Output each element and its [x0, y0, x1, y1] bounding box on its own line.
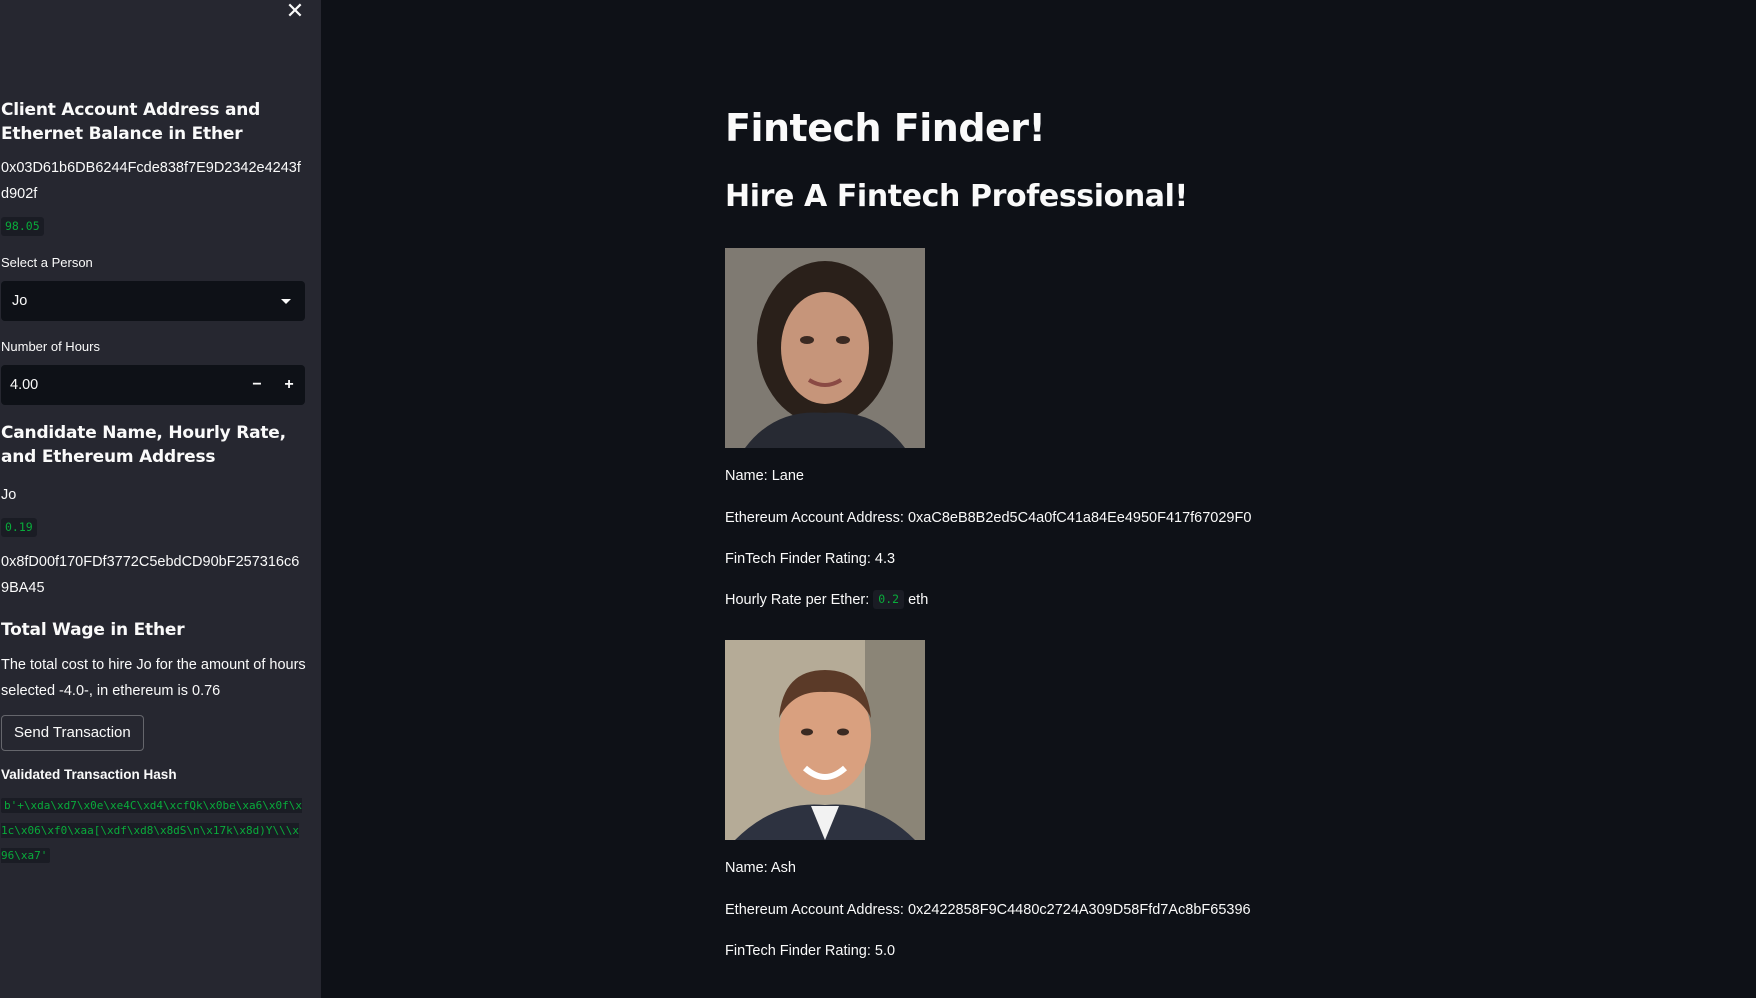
increment-button[interactable]: +: [273, 365, 305, 405]
close-icon[interactable]: ✕: [283, 0, 307, 24]
candidate-card: Name: Ash Ethereum Account Address: 0x24…: [725, 640, 1485, 961]
decrement-button[interactable]: −: [241, 365, 273, 405]
transaction-hash: b'+\xda\xd7\x0e\xe4C\xd4\xcfQk\x0be\xa6\…: [1, 793, 305, 868]
candidate-name: Name: Ash: [725, 860, 796, 876]
candidate-name: Name: Lane: [725, 468, 804, 484]
candidate-rate: 0.19: [1, 518, 37, 537]
hours-stepper: − +: [1, 365, 305, 405]
hours-label: Number of Hours: [1, 339, 100, 354]
candidate-heading: Candidate Name, Hourly Rate, and Ethereu…: [1, 423, 286, 467]
candidate-rate: Hourly Rate per Ether: 0.2 eth: [725, 590, 1485, 610]
sidebar: ✕ Client Account Address and Ethernet Ba…: [0, 0, 321, 998]
chevron-down-icon: [281, 298, 291, 304]
candidate-rating: FinTech Finder Rating: 5.0: [725, 943, 896, 959]
hash-heading: Validated Transaction Hash: [1, 767, 177, 782]
client-balance: 98.05: [1, 217, 44, 236]
page-subtitle: Hire A Fintech Professional!: [725, 179, 1188, 214]
candidate-rating: FinTech Finder Rating: 4.3: [725, 551, 896, 567]
rate-value: 0.2: [873, 590, 905, 609]
candidate-card: Name: Lane Ethereum Account Address: 0xa…: [725, 248, 1485, 610]
select-person-dropdown[interactable]: Jo: [1, 281, 305, 321]
page-title: Fintech Finder!: [725, 106, 1046, 150]
client-account-heading: Client Account Address and Ethernet Bala…: [1, 100, 261, 144]
select-person-label: Select a Person: [1, 255, 93, 270]
candidate-photo: [725, 248, 925, 448]
select-person-value: Jo: [12, 293, 28, 309]
client-address: 0x03D61b6DB6244Fcde838f7E9D2342e4243fd90…: [1, 160, 301, 202]
rate-label: Hourly Rate per Ether:: [725, 592, 870, 608]
send-transaction-button[interactable]: Send Transaction: [1, 715, 144, 751]
wage-text: The total cost to hire Jo for the amount…: [1, 657, 306, 699]
candidate-address: Ethereum Account Address: 0xaC8eB8B2ed5C…: [725, 510, 1252, 526]
candidate-name: Jo: [1, 487, 17, 503]
main-content: Fintech Finder! Hire A Fintech Professio…: [725, 100, 1485, 961]
wage-heading: Total Wage in Ether: [1, 620, 185, 640]
candidate-address: 0x8fD00f170FDf3772C5ebdCD90bF257316c69BA…: [1, 554, 300, 596]
candidate-photo: [725, 640, 925, 840]
hours-input[interactable]: [1, 365, 241, 405]
candidate-address: Ethereum Account Address: 0x2422858F9C44…: [725, 902, 1251, 918]
transaction-hash-value: b'+\xda\xd7\x0e\xe4C\xd4\xcfQk\x0be\xa6\…: [1, 798, 303, 863]
rate-unit: eth: [908, 592, 929, 608]
main-area: Fintech Finder! Hire A Fintech Professio…: [321, 0, 1756, 998]
sidebar-content: Client Account Address and Ethernet Bala…: [1, 98, 306, 868]
app-root: ✕ Client Account Address and Ethernet Ba…: [0, 0, 1756, 998]
